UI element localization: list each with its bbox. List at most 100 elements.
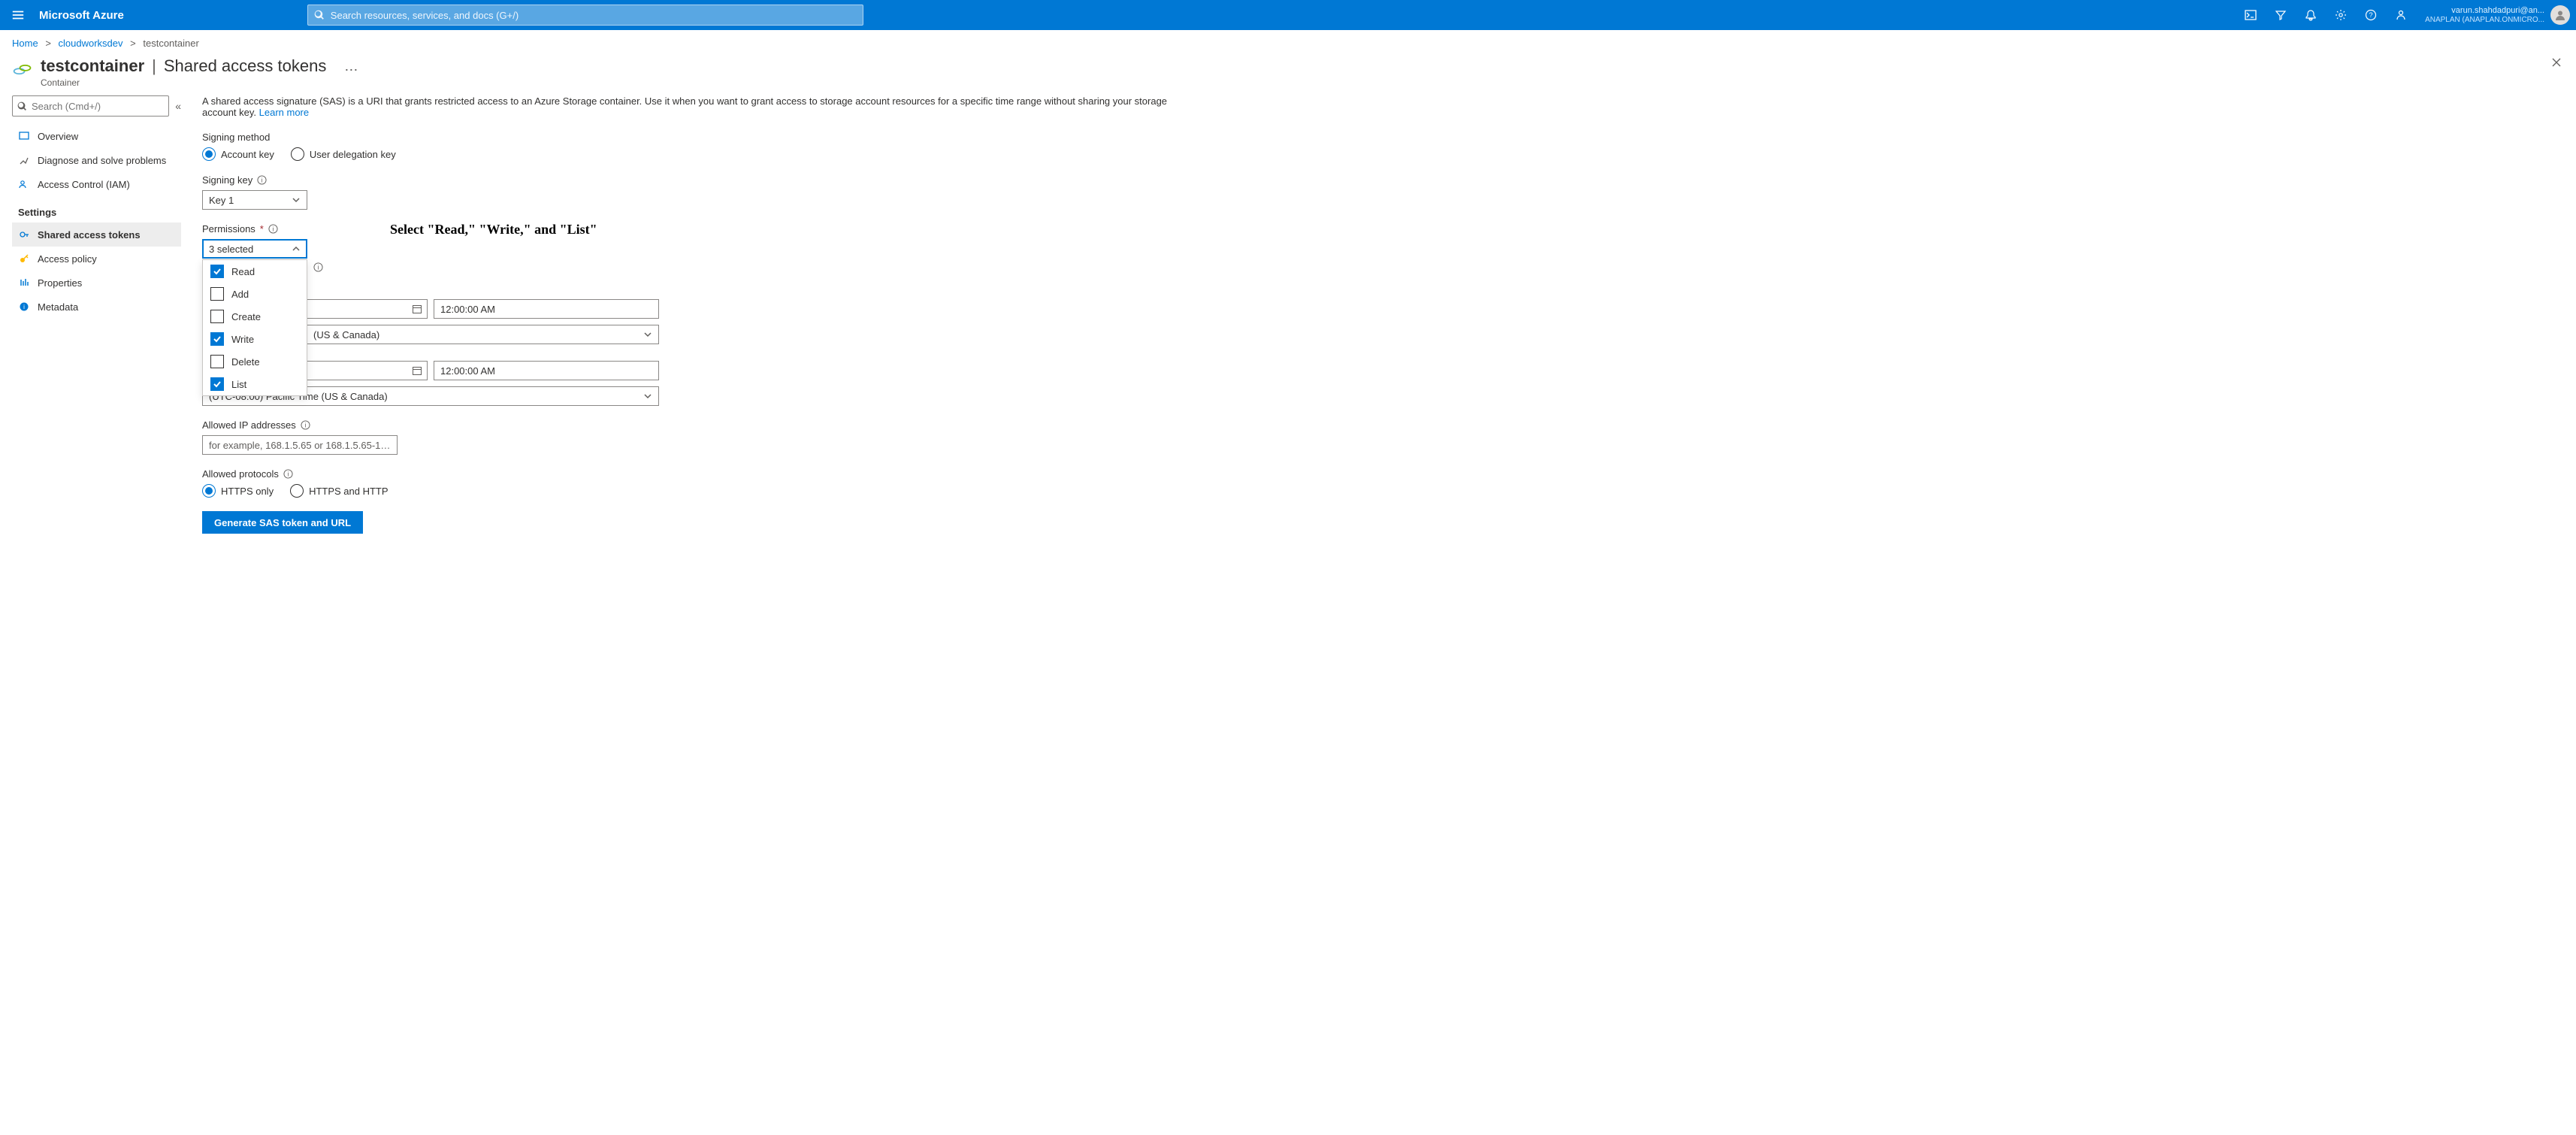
- radio-https-and-http[interactable]: HTTPS and HTTP: [290, 484, 388, 498]
- svg-text:i: i: [272, 225, 274, 232]
- permission-option-delete[interactable]: Delete: [203, 350, 307, 373]
- sidebar-item-access-policy[interactable]: Access policy: [12, 247, 181, 271]
- sas-icon: [18, 229, 30, 240]
- chevron-down-icon: [643, 392, 652, 401]
- sidebar-item-metadata[interactable]: i Metadata: [12, 295, 181, 319]
- signing-key-select[interactable]: Key 1: [202, 190, 307, 210]
- diagnose-icon: [18, 155, 30, 165]
- start-time-input[interactable]: 12:00:00 AM: [434, 299, 659, 319]
- end-time-input[interactable]: 12:00:00 AM: [434, 361, 659, 380]
- container-icon: [12, 59, 33, 80]
- settings-button[interactable]: [2326, 0, 2356, 30]
- sidebar-item-sas[interactable]: Shared access tokens: [12, 222, 181, 247]
- info-icon[interactable]: i: [268, 224, 278, 234]
- avatar-icon: [2554, 9, 2566, 21]
- radio-https-only[interactable]: HTTPS only: [202, 484, 274, 498]
- sidebar-item-label: Overview: [38, 131, 78, 142]
- option-label: Create: [231, 311, 261, 322]
- top-bar: Microsoft Azure ? varun.shahdadpuri@an..…: [0, 0, 2576, 30]
- checkbox[interactable]: [210, 332, 224, 346]
- help-button[interactable]: ?: [2356, 0, 2386, 30]
- info-icon[interactable]: i: [257, 175, 267, 185]
- generate-sas-button[interactable]: Generate SAS token and URL: [202, 511, 363, 534]
- breadcrumb-sep: >: [41, 38, 56, 49]
- end-date-input[interactable]: [307, 361, 428, 380]
- allowed-protocols-label: Allowed protocols: [202, 468, 279, 480]
- breadcrumb-sep: >: [125, 38, 141, 49]
- permissions-label: Permissions: [202, 223, 255, 235]
- radio-label: Account key: [221, 149, 274, 160]
- info-icon[interactable]: i: [301, 420, 310, 430]
- learn-more-link[interactable]: Learn more: [259, 107, 309, 118]
- required-indicator: *: [260, 223, 264, 235]
- sidebar-item-properties[interactable]: Properties: [12, 271, 181, 295]
- sidebar: « Overview Diagnose and solve problems A…: [12, 95, 181, 534]
- start-time-value: 12:00:00 AM: [440, 304, 495, 315]
- iam-icon: [18, 179, 30, 189]
- sidebar-item-label: Access Control (IAM): [38, 179, 130, 190]
- permission-option-add[interactable]: Add: [203, 283, 307, 305]
- hamburger-menu[interactable]: [0, 0, 36, 30]
- breadcrumb-level-1[interactable]: cloudworksdev: [59, 38, 123, 49]
- svg-text:i: i: [262, 176, 263, 183]
- global-search-input[interactable]: [331, 10, 857, 21]
- allowed-ip-input[interactable]: for example, 168.1.5.65 or 168.1.5.65-16…: [202, 435, 398, 455]
- cloud-shell-button[interactable]: [2236, 0, 2266, 30]
- sidebar-item-label: Properties: [38, 277, 82, 289]
- account-menu[interactable]: varun.shahdadpuri@an... ANAPLAN (ANAPLAN…: [2416, 5, 2576, 25]
- permission-option-read[interactable]: Read: [203, 260, 307, 283]
- sidebar-search[interactable]: [12, 95, 169, 117]
- allowed-ip-placeholder: for example, 168.1.5.65 or 168.1.5.65-16…: [209, 440, 391, 451]
- radio-account-key[interactable]: Account key: [202, 147, 274, 161]
- radio-user-delegation-key[interactable]: User delegation key: [291, 147, 396, 161]
- global-search[interactable]: [307, 5, 863, 26]
- option-label: List: [231, 379, 246, 390]
- avatar: [2550, 5, 2570, 25]
- info-icon[interactable]: i: [313, 262, 323, 272]
- svg-text:i: i: [23, 304, 25, 310]
- feedback-button[interactable]: [2386, 0, 2416, 30]
- filter-icon: [2275, 9, 2287, 21]
- directories-button[interactable]: [2266, 0, 2296, 30]
- properties-icon: [18, 277, 30, 288]
- blade-header: testcontainer | Shared access tokens ⋯ C…: [0, 52, 2576, 95]
- checkbox[interactable]: [210, 287, 224, 301]
- search-icon: [17, 101, 27, 111]
- close-icon: [2550, 56, 2562, 68]
- start-date-input[interactable]: [307, 299, 428, 319]
- intro-text: A shared access signature (SAS) is a URI…: [202, 95, 1173, 118]
- main-content: A shared access signature (SAS) is a URI…: [181, 95, 1173, 534]
- checkbox[interactable]: [210, 355, 224, 368]
- checkbox[interactable]: [210, 377, 224, 391]
- permission-option-write[interactable]: Write: [203, 328, 307, 350]
- feedback-icon: [2395, 9, 2407, 21]
- key-icon: [18, 253, 30, 264]
- svg-text:?: ?: [2369, 11, 2373, 19]
- chevron-down-icon: [292, 195, 301, 204]
- account-email: varun.shahdadpuri@an...: [2451, 6, 2544, 16]
- sidebar-collapse-button[interactable]: «: [175, 100, 181, 112]
- option-label: Read: [231, 266, 255, 277]
- sidebar-item-diagnose[interactable]: Diagnose and solve problems: [12, 148, 181, 172]
- permission-option-list[interactable]: List: [203, 373, 307, 395]
- permissions-select[interactable]: 3 selected: [202, 239, 307, 259]
- sidebar-item-iam[interactable]: Access Control (IAM): [12, 172, 181, 196]
- radio-label: HTTPS only: [221, 486, 274, 497]
- chevron-up-icon: [292, 244, 301, 253]
- checkbox[interactable]: [210, 265, 224, 278]
- calendar-icon: [412, 304, 422, 314]
- blade-close-button[interactable]: [2550, 56, 2562, 71]
- start-timezone-select[interactable]: (US & Canada): [307, 325, 659, 344]
- option-label: Add: [231, 289, 249, 300]
- permission-option-create[interactable]: Create: [203, 305, 307, 328]
- notifications-button[interactable]: [2296, 0, 2326, 30]
- sidebar-item-overview[interactable]: Overview: [12, 124, 181, 148]
- brand-label[interactable]: Microsoft Azure: [36, 9, 135, 22]
- blade-more-button[interactable]: ⋯: [344, 62, 358, 78]
- radio-label: HTTPS and HTTP: [309, 486, 388, 497]
- sidebar-search-input[interactable]: [32, 101, 164, 112]
- checkbox[interactable]: [210, 310, 224, 323]
- breadcrumb-home[interactable]: Home: [12, 38, 38, 49]
- sidebar-item-label: Access policy: [38, 253, 97, 265]
- info-icon[interactable]: i: [283, 469, 293, 479]
